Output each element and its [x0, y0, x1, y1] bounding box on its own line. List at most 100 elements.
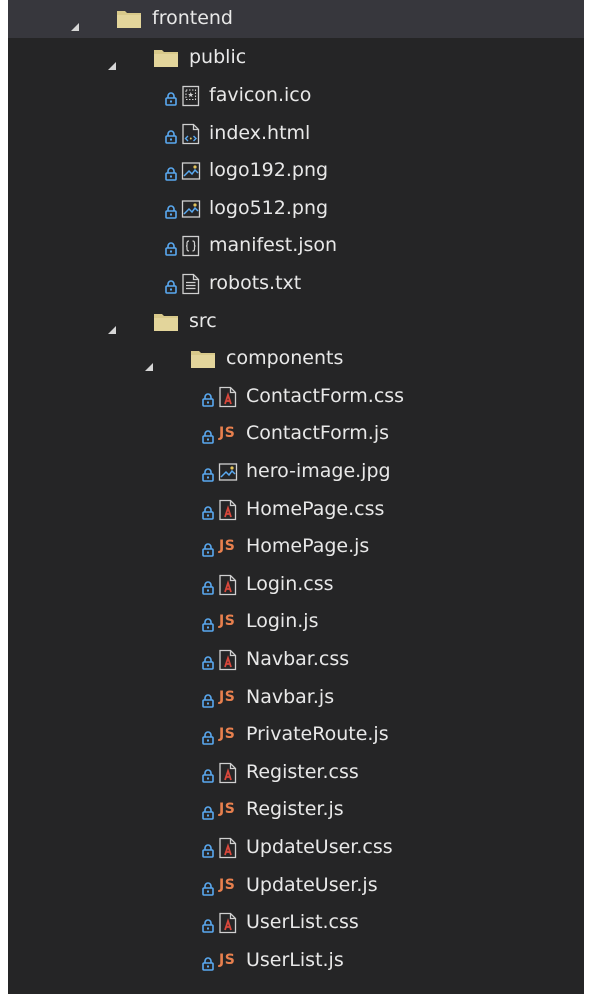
tree-file-userlist-js[interactable]: JS UserList.js [8, 942, 584, 980]
file-label: Login.js [246, 610, 319, 633]
file-label: UpdateUser.js [246, 873, 378, 896]
file-label: index.html [209, 121, 311, 144]
css-file-icon [218, 762, 238, 784]
file-label: Navbar.css [246, 647, 350, 670]
file-label: Login.css [246, 572, 334, 595]
tree-folder-src[interactable]: src [8, 303, 584, 341]
js-file-icon: JS [219, 801, 236, 818]
file-label: PrivateRoute.js [246, 723, 389, 746]
file-label: ContactForm.css [246, 384, 405, 407]
tree-file-manifest-json[interactable]: manifest.json [8, 228, 584, 266]
chevron-expanded-icon[interactable] [107, 318, 117, 334]
css-file-icon [218, 649, 238, 671]
lock-icon [165, 127, 177, 144]
css-file-icon [218, 386, 238, 408]
tree-file-homepage-js[interactable]: JS HomePage.js [8, 528, 584, 566]
chevron-expanded-icon[interactable] [70, 15, 80, 31]
favicon-icon [181, 85, 201, 107]
text-file-icon [181, 273, 201, 295]
file-label: logo192.png [209, 159, 329, 182]
lock-icon [202, 954, 214, 971]
css-file-icon [218, 574, 238, 596]
tree-file-logo192-png[interactable]: logo192.png [8, 152, 584, 190]
folder-open-icon [116, 9, 142, 29]
lock-icon [202, 691, 214, 708]
file-label: UserList.css [246, 911, 359, 934]
lock-icon [202, 578, 214, 595]
tree-file-contactform-js[interactable]: JS ContactForm.js [8, 416, 584, 454]
chevron-expanded-icon[interactable] [144, 355, 154, 372]
lock-icon [165, 277, 177, 294]
image-file-icon [218, 461, 238, 483]
tree-folder-public[interactable]: public [8, 40, 584, 78]
tree-file-hero-image-jpg[interactable]: hero-image.jpg [8, 453, 584, 491]
lock-icon [165, 202, 177, 219]
file-label: Navbar.js [246, 685, 335, 708]
js-file-icon: JS [219, 726, 236, 743]
file-label: hero-image.jpg [246, 459, 391, 482]
file-explorer-tree: frontend public favicon.ico index.html logo1… [8, 0, 584, 994]
tree-file-register-css[interactable]: Register.css [8, 754, 584, 792]
file-label: HomePage.css [246, 497, 385, 520]
lock-icon [202, 503, 214, 520]
file-label: favicon.ico [209, 83, 312, 106]
tree-file-contactform-css[interactable]: ContactForm.css [8, 378, 584, 416]
chevron-expanded-icon[interactable] [107, 54, 117, 71]
tree-file-register-js[interactable]: JS Register.js [8, 792, 584, 830]
tree-file-privateroute-js[interactable]: JS PrivateRoute.js [8, 716, 584, 754]
file-label: HomePage.js [246, 535, 370, 558]
lock-icon [202, 879, 214, 896]
json-file-icon [181, 235, 201, 257]
css-file-icon [218, 499, 238, 521]
tree-file-favicon-ico[interactable]: favicon.ico [8, 77, 584, 115]
file-label: robots.txt [209, 271, 302, 294]
html-file-icon [181, 123, 201, 145]
image-file-icon [181, 198, 201, 220]
js-file-icon: JS [219, 538, 236, 555]
tree-file-userlist-css[interactable]: UserList.css [8, 904, 584, 942]
lock-icon [165, 239, 177, 257]
js-file-icon: JS [219, 876, 236, 893]
file-label: UpdateUser.css [246, 835, 393, 858]
file-label: Register.css [246, 760, 359, 783]
image-file-icon [181, 160, 201, 182]
lock-icon [165, 89, 177, 106]
lock-icon [202, 728, 214, 745]
lock-icon [202, 653, 214, 670]
tree-file-updateuser-js[interactable]: JS UpdateUser.js [8, 867, 584, 905]
file-label: manifest.json [209, 234, 338, 257]
lock-icon [202, 916, 214, 933]
js-file-icon: JS [219, 425, 236, 442]
folder-label: src [189, 309, 217, 332]
lock-icon [202, 390, 214, 407]
tree-file-logo512-png[interactable]: logo512.png [8, 190, 584, 228]
folder-label: frontend [152, 6, 233, 29]
tree-folder-frontend[interactable]: frontend [8, 0, 584, 38]
folder-open-icon [190, 349, 216, 369]
tree-file-updateuser-css[interactable]: UpdateUser.css [8, 829, 584, 867]
lock-icon [202, 615, 214, 633]
js-file-icon: JS [219, 613, 236, 630]
lock-icon [202, 841, 214, 858]
lock-icon [202, 540, 214, 557]
folder-open-icon [153, 48, 179, 68]
js-file-icon: JS [219, 951, 236, 968]
lock-icon [202, 465, 214, 482]
file-label: Register.js [246, 798, 344, 821]
css-file-icon [218, 912, 238, 934]
tree-file-login-js[interactable]: JS Login.js [8, 604, 584, 642]
css-file-icon [218, 837, 238, 859]
lock-icon [202, 766, 214, 783]
tree-file-homepage-css[interactable]: HomePage.css [8, 491, 584, 529]
folder-open-icon [153, 312, 179, 332]
tree-file-login-css[interactable]: Login.css [8, 566, 584, 604]
tree-file-navbar-css[interactable]: Navbar.css [8, 641, 584, 679]
file-label: UserList.js [246, 948, 344, 971]
lock-icon [165, 164, 177, 181]
tree-folder-components[interactable]: components [8, 340, 584, 378]
tree-file-navbar-js[interactable]: JS Navbar.js [8, 679, 584, 717]
tree-file-index-html[interactable]: index.html [8, 115, 584, 153]
tree-file-robots-txt[interactable]: robots.txt [8, 265, 584, 303]
folder-label: components [226, 347, 344, 370]
js-file-icon: JS [219, 688, 236, 705]
